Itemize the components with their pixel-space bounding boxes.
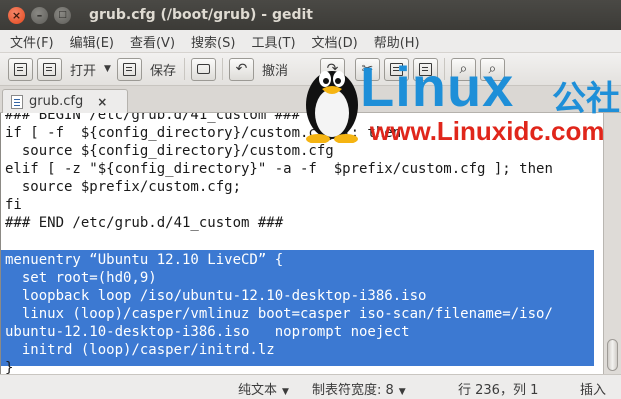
save-icon (122, 62, 136, 76)
menu-tools[interactable]: 工具(T) (243, 32, 303, 51)
close-window-button[interactable]: × (8, 6, 25, 24)
menu-view[interactable]: 查看(V) (122, 32, 183, 51)
toolbar: 打开 ▼ 保存 ↶ 撤消 ↷ ✂ ⌕ ⌕ (0, 53, 621, 86)
text-file-icon (11, 94, 23, 109)
cut-icon: ✂ (361, 61, 374, 77)
find-icon: ⌕ (459, 61, 468, 77)
chevron-down-icon: ▼ (282, 387, 289, 397)
redo-button[interactable]: ↷ (319, 57, 345, 81)
copy-icon (389, 62, 403, 76)
open-recent-dropdown-icon[interactable]: ▼ (104, 64, 111, 74)
minimize-window-button[interactable]: – (31, 6, 48, 24)
tab-label: grub.cfg (29, 94, 84, 109)
open-icon (43, 62, 56, 76)
open-button[interactable] (37, 57, 62, 81)
window-title: grub.cfg (/boot/grub) - gedit (89, 7, 313, 23)
find-button[interactable]: ⌕ (450, 57, 476, 81)
tab-width-label: 制表符宽度: 8 (312, 383, 394, 398)
menu-edit[interactable]: 编辑(E) (62, 32, 122, 51)
minimize-icon: – (36, 8, 43, 22)
menu-documents[interactable]: 文档(D) (304, 32, 366, 51)
undo-icon: ↶ (235, 61, 248, 77)
code-line-selected: loopback loop /iso/ubuntu-12.10-desktop-… (5, 288, 427, 304)
maximize-icon: □ (58, 9, 67, 20)
redo-icon: ↷ (326, 61, 339, 77)
tab-width-selector[interactable]: 制表符宽度: 8 ▼ (312, 379, 406, 398)
language-selector[interactable]: 纯文本 ▼ (238, 379, 289, 398)
save-button[interactable] (116, 57, 142, 81)
open-label[interactable]: 打开 (70, 60, 96, 79)
statusbar: 纯文本 ▼ 制表符宽度: 8 ▼ 行 236，列 1 插入 (0, 374, 621, 399)
code-line-selected: set root=(hd0,9) (5, 270, 157, 286)
code-line: fi (5, 197, 22, 213)
paste-icon (418, 62, 432, 76)
vertical-scrollbar[interactable] (603, 113, 621, 374)
code-line-selected: ubuntu-12.10-desktop-i386.iso noprompt n… (5, 324, 410, 340)
close-icon: × (11, 8, 22, 22)
maximize-window-button[interactable]: □ (54, 6, 71, 24)
paste-button[interactable] (412, 57, 438, 81)
menu-help[interactable]: 帮助(H) (366, 32, 428, 51)
tab-grub-cfg[interactable]: grub.cfg × (2, 89, 128, 113)
copy-button[interactable] (383, 57, 409, 81)
print-button[interactable] (190, 57, 216, 81)
replace-button[interactable]: ⌕ (479, 57, 505, 81)
code-line: elif [ -z "${config_directory}" -a -f $p… (5, 161, 553, 177)
code-line-selected: menuentry “Ubuntu 12.10 LiveCD” { (5, 252, 284, 268)
code-line: } (5, 360, 14, 374)
code-line: ### BEGIN /etc/grub.d/41_custom ### (5, 113, 301, 123)
new-document-button[interactable] (8, 57, 33, 81)
menu-file[interactable]: 文件(F) (0, 32, 62, 51)
new-document-icon (14, 62, 27, 76)
cursor-position: 行 236，列 1 (458, 383, 539, 398)
chevron-down-icon: ▼ (398, 387, 406, 397)
code-line: source $prefix/custom.cfg; (5, 179, 242, 195)
replace-icon: ⌕ (488, 61, 497, 77)
document-tabbar: grub.cfg × (0, 86, 621, 113)
save-label[interactable]: 保存 (150, 60, 176, 79)
toolbar-separator (221, 58, 223, 80)
toolbar-separator (183, 58, 185, 80)
toolbar-separator (443, 58, 445, 80)
tab-close-icon[interactable]: × (97, 95, 107, 109)
undo-label[interactable]: 撤消 (262, 60, 288, 79)
cut-button[interactable]: ✂ (354, 57, 380, 81)
scrollbar-thumb[interactable] (607, 339, 618, 371)
title-bar: × – □ grub.cfg (/boot/grub) - gedit (0, 0, 621, 30)
menubar: 文件(F) 编辑(E) 查看(V) 搜索(S) 工具(T) 文档(D) 帮助(H… (0, 30, 621, 53)
menu-search[interactable]: 搜索(S) (183, 32, 243, 51)
code-line-selected: initrd (loop)/casper/initrd.lz (5, 342, 275, 358)
code-line: source ${config_directory}/custom.cfg (5, 143, 334, 159)
language-label: 纯文本 (238, 383, 278, 398)
undo-button[interactable]: ↶ (228, 57, 254, 81)
text-editor[interactable]: ### BEGIN /etc/grub.d/41_custom ### if [… (0, 113, 603, 374)
code-line: if [ -f ${config_directory}/custom.cfg ]… (5, 125, 402, 141)
insert-mode: 插入 (580, 383, 607, 398)
code-line-selected: linux (loop)/casper/vmlinuz boot=casper … (5, 306, 553, 322)
print-icon (196, 64, 210, 74)
code-line: ### END /etc/grub.d/41_custom ### (5, 215, 284, 231)
